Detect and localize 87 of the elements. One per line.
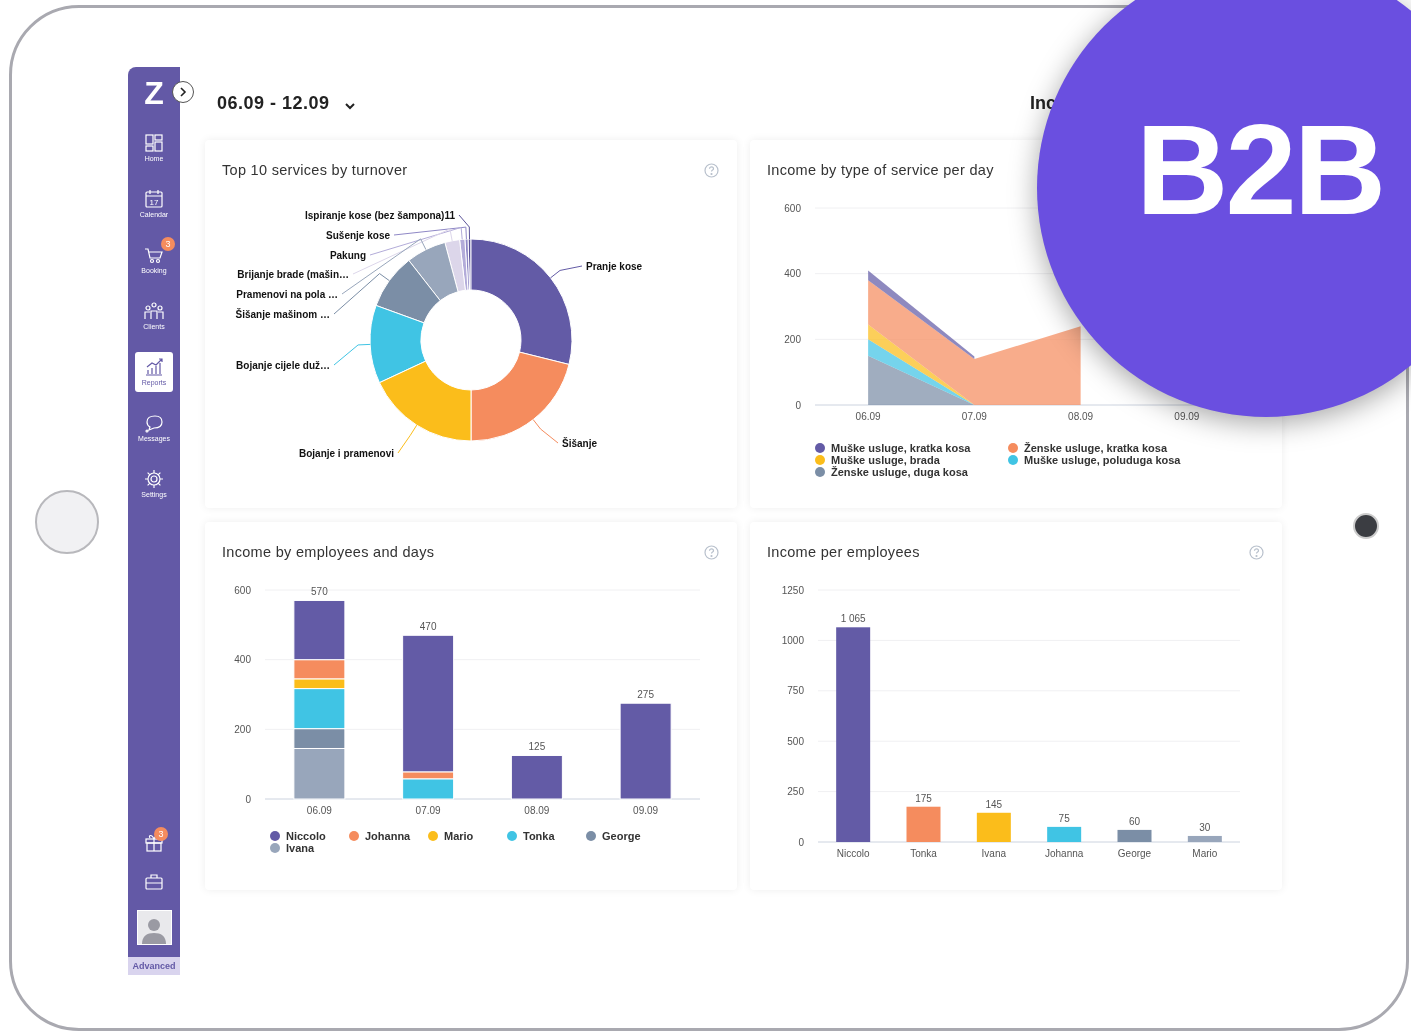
slice-label: Šišanje mašinom … [235,309,330,320]
camera-dot [1353,513,1379,539]
value-label: 125 [528,741,546,753]
date-range[interactable]: 06.09 - 12.09 [217,93,330,114]
legend-label: Muške usluge, brada [831,454,940,466]
legend-label: Tonka [523,830,555,842]
gift-icon [144,832,164,852]
axis-tick-label: 0 [798,836,804,848]
axis-tick-label: George [1117,848,1152,859]
chevron-right-icon [179,87,187,97]
axis-tick-label: Niccolo [836,848,870,859]
card-title: Income by type of service per day [766,162,994,179]
slice-label: Bojanje cijele duž… [236,360,330,371]
value-label: 275 [637,689,654,701]
legend-label: Mario [444,830,474,842]
leader-line [532,419,559,444]
axis-tick-label: 07.09 [961,411,987,422]
axis-tick-label: Johanna [1045,848,1084,859]
axis-tick-label: 400 [784,268,801,280]
axis-tick-label: 750 [787,685,804,697]
speech-bubble-icon [144,413,164,433]
chart-icon [144,357,164,377]
legend-label: Ženske usluge, kratka kosa [1024,442,1168,454]
slice-label: Sušenje kose [326,230,390,241]
slice-label: Pranje kose [586,261,643,272]
slice-label: Ispiranje kose (bez šampona)11 [304,210,455,221]
leader-line [397,424,418,454]
slice-label: Bojanje i pramenovi [298,448,394,459]
leader-line [550,265,583,279]
slice-label: Brijanje brade (mašin… [237,269,349,280]
legend-label: George [602,830,641,842]
calendar-icon: 17 [144,189,164,209]
axis-tick-label: 06.09 [306,805,332,816]
axis-tick-label: 06.09 [855,411,881,422]
value-label: 570 [311,586,328,598]
axis-tick-label: 0 [795,399,801,411]
card-title: Top 10 services by turnover [221,162,408,179]
axis-tick-label: 250 [787,786,804,798]
axis-tick-label: 09.09 [633,805,659,816]
value-label: 470 [419,621,437,633]
value-label: 75 [1058,812,1070,824]
axis-tick-label: 1250 [781,584,804,596]
axis-tick-label: 1000 [781,634,804,646]
notification-badge: 3 [154,827,168,841]
value-label: 30 [1199,821,1211,833]
legend-label: Muške usluge, kratka kosa [831,442,971,454]
people-icon [144,301,164,321]
chevron-down-icon [343,101,356,110]
axis-tick-label: 0 [245,793,251,805]
axis-tick-label: 600 [784,202,801,214]
card-title: Income by employees and days [221,544,435,561]
cart-icon [144,245,164,265]
axis-tick-label: Ivana [981,848,1007,859]
notification-badge: 3 [161,237,175,251]
axis-tick-label: 200 [784,333,801,345]
plan-label: Advanced [128,957,180,975]
axis-tick-label: 08.09 [1068,411,1094,422]
card-title: Income per employees [766,544,920,561]
axis-tick-label: 400 [234,654,251,666]
slice-label: Pakung [329,250,366,261]
legend-label: Niccolo [286,830,326,842]
section-title: Inc [1030,93,1057,114]
axis-tick-label: 600 [234,584,251,596]
briefcase-icon [144,873,164,891]
value-label: 145 [985,798,1003,810]
axis-tick-label: Mario [1192,848,1218,859]
axis-tick-label: 09.09 [1174,411,1200,422]
slice-label: Pramenovi na pola … [236,289,338,300]
badge-label: B2B [1136,100,1384,240]
axis-tick-label: 200 [234,723,251,735]
expand-button[interactable] [172,81,194,103]
axis-tick-label: 08.09 [524,805,550,816]
value-label: 60 [1128,815,1141,827]
axis-tick-label: 07.09 [415,805,441,816]
settings-icon [144,469,164,489]
axis-tick-label: Tonka [910,848,937,859]
logo: Z [144,74,164,113]
legend-label: Ženske usluge, duga kosa [831,466,968,478]
value-label: 1 065 [840,613,866,625]
legend-label: Muške usluge, poluduga kosa [1024,454,1181,466]
grid-icon [144,133,164,153]
axis-tick-label: 500 [787,735,804,747]
legend-label: Johanna [365,830,411,842]
value-label: 175 [915,792,932,804]
leader-line [333,343,371,366]
slice-label: Šišanje [562,438,598,449]
legend-label: Ivana [286,842,315,854]
